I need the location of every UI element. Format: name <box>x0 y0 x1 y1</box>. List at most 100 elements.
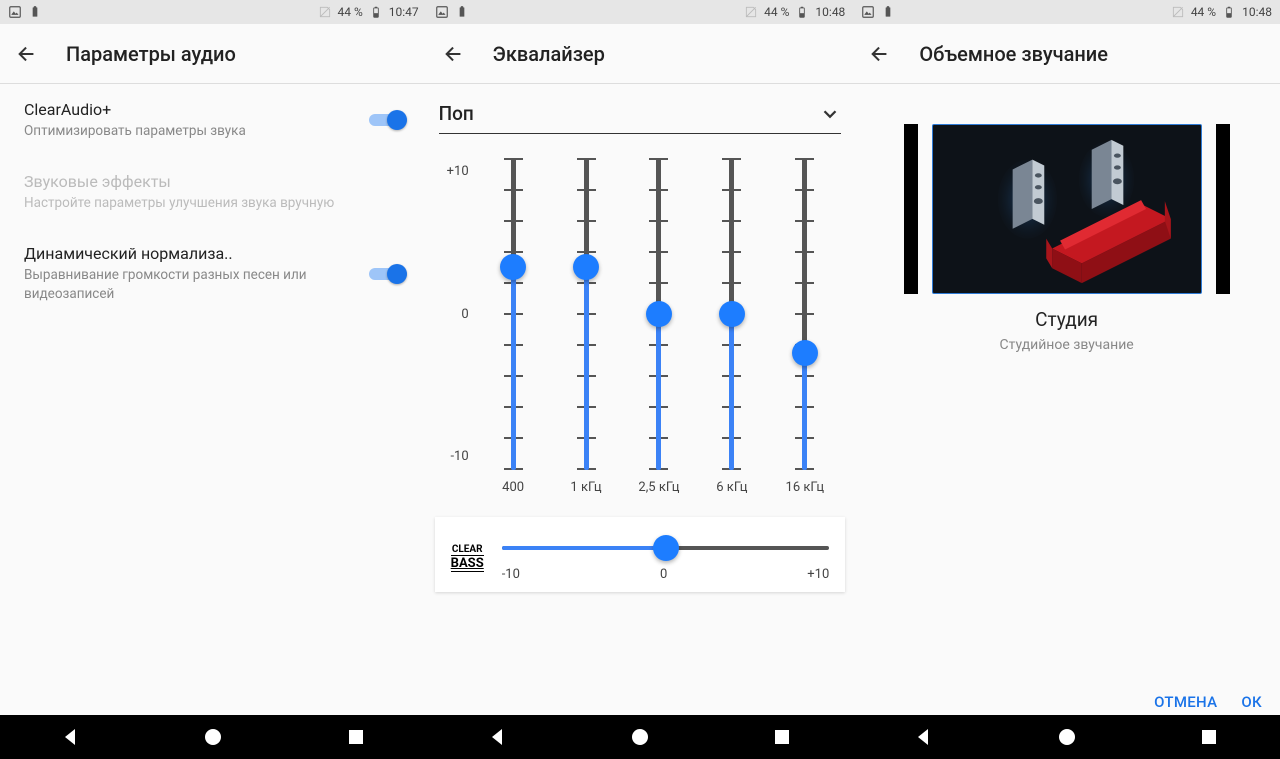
page-title: Объемное звучание <box>919 42 1108 66</box>
battery-text: 44 % <box>1191 5 1216 19</box>
preset-name: Поп <box>439 102 820 125</box>
status-bar: 44 % 10:47 <box>0 0 427 24</box>
battery-icon <box>369 5 383 19</box>
battery-text: 44 % <box>764 5 789 19</box>
eq-freq-label: 1 кГц <box>570 480 601 495</box>
clock: 10:47 <box>389 5 419 19</box>
status-bar: 44 % 10:48 <box>427 0 854 24</box>
surround-carousel[interactable] <box>853 124 1280 294</box>
back-icon[interactable] <box>869 43 891 65</box>
eq-slider[interactable] <box>656 158 661 470</box>
app-bar: Параметры аудио <box>0 24 427 84</box>
no-sim-icon <box>744 5 758 19</box>
surround-card-studio[interactable] <box>932 124 1202 294</box>
back-icon[interactable] <box>16 43 38 65</box>
eq-band-3[interactable]: 6 кГц <box>702 158 762 495</box>
setting-sound-effects: Звуковые эффекты Настройте параметры улу… <box>0 156 427 228</box>
carousel-next-edge[interactable] <box>1216 124 1230 294</box>
eq-freq-label: 6 кГц <box>716 480 747 495</box>
clearbass-bot: BASS <box>451 555 484 572</box>
clearbass-logo: CLEAR BASS <box>451 545 484 572</box>
bass-min: -10 <box>502 567 520 582</box>
dialog-buttons: ОТМЕНА ОК <box>1154 693 1262 711</box>
charging-icon <box>881 5 895 19</box>
preset-dropdown[interactable]: Поп <box>439 102 842 134</box>
nav-bar <box>853 715 1280 759</box>
screenshot-icon <box>861 5 875 19</box>
surround-content: Студия Студийное звучание <box>853 84 1280 759</box>
scale-mid: 0 <box>461 307 468 322</box>
setting-sub: Настройте параметры улучшения звука вруч… <box>24 194 397 212</box>
battery-icon <box>795 5 809 19</box>
no-sim-icon <box>1171 5 1185 19</box>
equalizer-content: Поп +10 0 -10 400 1 кГц 2,5 кГц 6 кГц 16 кГц… <box>427 84 854 759</box>
setting-clearaudio[interactable]: ClearAudio+ Оптимизировать параметры зву… <box>0 84 427 156</box>
switch-clearaudio[interactable] <box>369 109 407 131</box>
nav-back-icon[interactable] <box>59 725 83 749</box>
app-bar: Эквалайзер <box>427 24 854 84</box>
studio-illustration <box>933 125 1201 293</box>
clock: 10:48 <box>1242 5 1272 19</box>
eq-slider[interactable] <box>511 158 516 470</box>
eq-slider[interactable] <box>584 158 589 470</box>
nav-bar <box>427 715 854 759</box>
eq-scale-labels: +10 0 -10 <box>439 164 477 464</box>
scale-min: -10 <box>450 449 468 464</box>
eq-band-1[interactable]: 1 кГц <box>556 158 616 495</box>
nav-back-icon[interactable] <box>912 725 936 749</box>
nav-back-icon[interactable] <box>486 725 510 749</box>
clearbass-top: CLEAR <box>451 545 484 555</box>
ok-button[interactable]: ОК <box>1241 693 1262 711</box>
surround-option-title: Студия <box>853 308 1280 331</box>
nav-home-icon[interactable] <box>628 725 652 749</box>
bass-max: +10 <box>807 567 829 582</box>
switch-normalizer[interactable] <box>369 263 407 285</box>
eq-band-4[interactable]: 16 кГц <box>775 158 835 495</box>
setting-normalizer[interactable]: Динамический нормализа.. Выравнивание гр… <box>0 228 427 318</box>
nav-recent-icon[interactable] <box>1197 725 1221 749</box>
setting-title: Динамический нормализа.. <box>24 244 359 263</box>
clearbass-slider[interactable] <box>502 535 830 561</box>
setting-sub: Оптимизировать параметры звука <box>24 122 359 140</box>
pane-surround: 44 % 10:48 Объемное звучание <box>853 0 1280 759</box>
back-icon[interactable] <box>443 43 465 65</box>
setting-sub: Выравнивание громкости разных песен или … <box>24 266 359 302</box>
clearbass-labels: -10 0 +10 <box>502 567 830 582</box>
status-bar: 44 % 10:48 <box>853 0 1280 24</box>
pane-audio-settings: 44 % 10:47 Параметры аудио ClearAudio+ О… <box>0 0 427 759</box>
battery-icon <box>1222 5 1236 19</box>
screenshot-icon <box>435 5 449 19</box>
eq-band-2[interactable]: 2,5 кГц <box>629 158 689 495</box>
setting-title: Звуковые эффекты <box>24 172 397 191</box>
nav-bar <box>0 715 427 759</box>
eq-freq-label: 2,5 кГц <box>638 480 679 495</box>
eq-band-0[interactable]: 400 <box>483 158 543 495</box>
eq-sliders: 400 1 кГц 2,5 кГц 6 кГц 16 кГц <box>477 158 842 495</box>
clearbass-card: CLEAR BASS -10 0 +10 <box>435 517 846 592</box>
eq-slider[interactable] <box>729 158 734 470</box>
eq-slider[interactable] <box>802 158 807 470</box>
battery-text: 44 % <box>338 5 363 19</box>
bass-mid: 0 <box>660 567 667 582</box>
carousel-prev-edge[interactable] <box>904 124 918 294</box>
page-title: Параметры аудио <box>66 42 236 66</box>
setting-title: ClearAudio+ <box>24 100 359 119</box>
chevron-down-icon <box>819 103 841 125</box>
app-bar: Объемное звучание <box>853 24 1280 84</box>
charging-icon <box>455 5 469 19</box>
nav-recent-icon[interactable] <box>770 725 794 749</box>
no-sim-icon <box>318 5 332 19</box>
eq-area: +10 0 -10 400 1 кГц 2,5 кГц 6 кГц 16 кГц <box>439 158 842 495</box>
cancel-button[interactable]: ОТМЕНА <box>1154 693 1217 711</box>
eq-freq-label: 400 <box>502 480 524 495</box>
charging-icon <box>28 5 42 19</box>
nav-recent-icon[interactable] <box>344 725 368 749</box>
nav-home-icon[interactable] <box>201 725 225 749</box>
scale-max: +10 <box>447 164 469 179</box>
nav-home-icon[interactable] <box>1055 725 1079 749</box>
page-title: Эквалайзер <box>493 42 605 66</box>
pane-equalizer: 44 % 10:48 Эквалайзер Поп +10 0 -10 400 1… <box>427 0 854 759</box>
surround-option-sub: Студийное звучание <box>853 337 1280 353</box>
clock: 10:48 <box>815 5 845 19</box>
screenshot-icon <box>8 5 22 19</box>
